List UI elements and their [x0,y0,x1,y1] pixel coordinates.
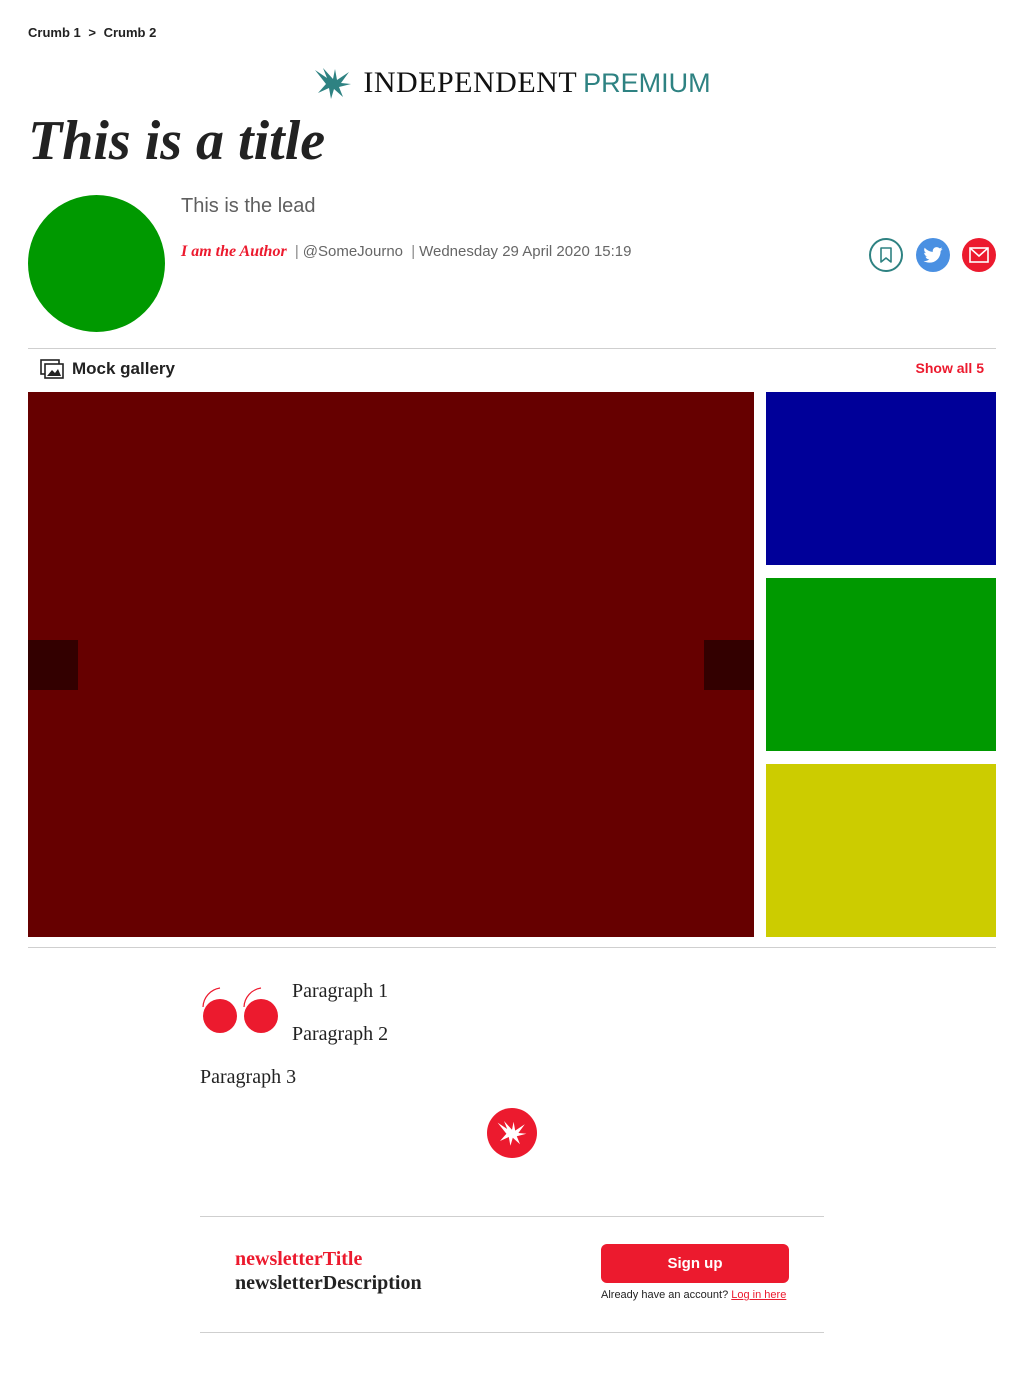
paragraph: Paragraph 1 [292,980,389,1002]
email-share-button[interactable] [962,238,996,272]
signup-button[interactable]: Sign up [601,1244,789,1283]
login-link[interactable]: Log in here [731,1289,786,1301]
author-avatar [28,195,165,332]
gallery-main-image[interactable] [28,392,754,937]
quote-icon [202,987,278,1033]
bookmark-button[interactable] [869,238,903,272]
eagle-icon [315,68,352,99]
breadcrumb-separator: > [88,25,96,41]
gallery-next-button[interactable] [704,640,754,690]
newsletter-bottom-divider [200,1332,824,1333]
masthead-wordmark: INDEPENDENT [363,66,578,99]
twitter-share-button[interactable] [916,238,950,272]
gallery-thumbnail[interactable] [766,764,996,937]
gallery-thumbnail[interactable] [766,578,996,751]
paragraph: Paragraph 3 [200,1066,297,1088]
gallery-thumbnail[interactable] [766,392,996,565]
paragraph: Paragraph 2 [292,1023,389,1045]
breadcrumb: Crumb 1 > Crumb 2 [28,24,156,40]
breadcrumb-item[interactable]: Crumb 1 [28,25,81,40]
newsletter-title: newsletterTitle [235,1248,363,1270]
breadcrumb-item[interactable]: Crumb 2 [104,25,157,40]
gallery-bottom-divider [28,947,996,948]
article-end-logo [487,1108,537,1158]
gallery-prev-button[interactable] [28,640,78,690]
email-icon [969,247,989,263]
gallery-top-divider [28,348,996,349]
byline-divider: | [411,243,416,260]
show-all-link[interactable]: Show all 5 [900,360,984,376]
byline: I am the Author | @SomeJourno | Wednesday … [181,243,632,261]
author-name[interactable]: I am the Author [181,243,287,260]
eagle-icon [497,1121,527,1146]
author-handle[interactable]: @SomeJourno [303,243,403,260]
gallery-icon [40,359,64,379]
byline-divider: | [294,243,299,260]
account-prompt: Already have an account? Log in here [601,1289,786,1301]
gallery-header: Mock gallery [40,357,175,381]
publish-date: Wednesday 29 April 2020 15:19 [419,243,632,260]
newsletter-description: newsletterDescription [235,1272,422,1294]
gallery-title: Mock gallery [72,359,175,378]
masthead-premium-label: PREMIUM [583,67,711,98]
newsletter-top-divider [200,1216,824,1217]
bookmark-icon [880,247,892,263]
account-text: Already have an account? [601,1289,729,1301]
masthead[interactable]: INDEPENDENT PREMIUM [0,64,1024,102]
twitter-icon [923,247,943,263]
article-lead: This is the lead [181,195,316,217]
article-title: This is a title [28,110,326,172]
